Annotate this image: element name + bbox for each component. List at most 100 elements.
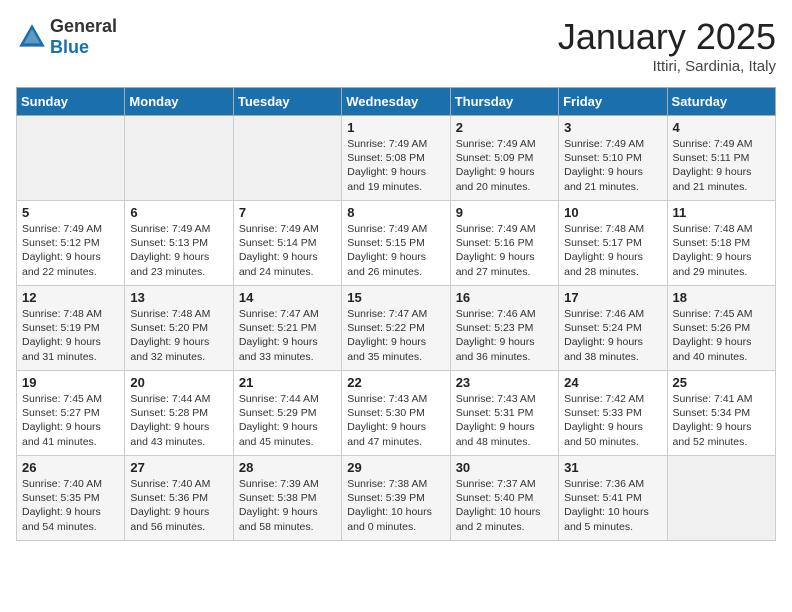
cell-content: Sunrise: 7:43 AM Sunset: 5:30 PM Dayligh…: [347, 392, 444, 449]
cell-content: Sunrise: 7:38 AM Sunset: 5:39 PM Dayligh…: [347, 477, 444, 534]
calendar-week-row: 5 Sunrise: 7:49 AM Sunset: 5:12 PM Daylig…: [17, 201, 776, 286]
calendar-cell: 28 Sunrise: 7:39 AM Sunset: 5:38 PM Dayli…: [233, 456, 341, 541]
calendar-cell: 25 Sunrise: 7:41 AM Sunset: 5:34 PM Dayli…: [667, 371, 775, 456]
logo: General Blue: [16, 16, 117, 58]
calendar-cell: 17 Sunrise: 7:46 AM Sunset: 5:24 PM Dayli…: [559, 286, 667, 371]
cell-content: Sunrise: 7:49 AM Sunset: 5:15 PM Dayligh…: [347, 222, 444, 279]
calendar-header-cell: Wednesday: [342, 88, 450, 116]
page-header: General Blue January 2025 Ittiri, Sardin…: [16, 16, 776, 75]
day-number: 30: [456, 460, 553, 475]
day-number: 17: [564, 290, 661, 305]
day-number: 28: [239, 460, 336, 475]
calendar-cell: 9Sunrise: 7:49 AM Sunset: 5:16 PM Daylig…: [450, 201, 558, 286]
day-number: 11: [673, 205, 770, 220]
calendar-cell: 10 Sunrise: 7:48 AM Sunset: 5:17 PM Dayli…: [559, 201, 667, 286]
day-number: 1: [347, 120, 444, 135]
calendar-header-cell: Sunday: [17, 88, 125, 116]
calendar-cell: [233, 116, 341, 201]
cell-content: Sunrise: 7:42 AM Sunset: 5:33 PM Dayligh…: [564, 392, 661, 449]
calendar-cell: 3Sunrise: 7:49 AM Sunset: 5:10 PM Daylig…: [559, 116, 667, 201]
cell-content: Sunrise: 7:43 AM Sunset: 5:31 PM Dayligh…: [456, 392, 553, 449]
calendar-header-cell: Thursday: [450, 88, 558, 116]
location: Ittiri, Sardinia, Italy: [558, 58, 776, 75]
calendar-cell: 5 Sunrise: 7:49 AM Sunset: 5:12 PM Daylig…: [17, 201, 125, 286]
calendar-cell: 31Sunrise: 7:36 AM Sunset: 5:41 PM Dayli…: [559, 456, 667, 541]
cell-content: Sunrise: 7:44 AM Sunset: 5:28 PM Dayligh…: [130, 392, 227, 449]
cell-content: Sunrise: 7:49 AM Sunset: 5:13 PM Dayligh…: [130, 222, 227, 279]
calendar-cell: 14 Sunrise: 7:47 AM Sunset: 5:21 PM Dayli…: [233, 286, 341, 371]
calendar-cell: 24 Sunrise: 7:42 AM Sunset: 5:33 PM Dayli…: [559, 371, 667, 456]
day-number: 19: [22, 375, 119, 390]
day-number: 25: [673, 375, 770, 390]
day-number: 3: [564, 120, 661, 135]
day-number: 15: [347, 290, 444, 305]
calendar-cell: 21 Sunrise: 7:44 AM Sunset: 5:29 PM Dayli…: [233, 371, 341, 456]
day-number: 22: [347, 375, 444, 390]
cell-content: Sunrise: 7:36 AM Sunset: 5:41 PM Dayligh…: [564, 477, 661, 534]
cell-content: Sunrise: 7:46 AM Sunset: 5:23 PM Dayligh…: [456, 307, 553, 364]
calendar-cell: [125, 116, 233, 201]
day-number: 7: [239, 205, 336, 220]
day-number: 14: [239, 290, 336, 305]
day-number: 10: [564, 205, 661, 220]
cell-content: Sunrise: 7:47 AM Sunset: 5:22 PM Dayligh…: [347, 307, 444, 364]
cell-content: Sunrise: 7:48 AM Sunset: 5:19 PM Dayligh…: [22, 307, 119, 364]
cell-content: Sunrise: 7:46 AM Sunset: 5:24 PM Dayligh…: [564, 307, 661, 364]
calendar-cell: 23 Sunrise: 7:43 AM Sunset: 5:31 PM Dayli…: [450, 371, 558, 456]
day-number: 5: [22, 205, 119, 220]
day-number: 2: [456, 120, 553, 135]
calendar-cell: 22 Sunrise: 7:43 AM Sunset: 5:30 PM Dayli…: [342, 371, 450, 456]
day-number: 21: [239, 375, 336, 390]
calendar-cell: 11Sunrise: 7:48 AM Sunset: 5:18 PM Dayli…: [667, 201, 775, 286]
logo-text-general: General: [50, 16, 117, 36]
calendar-header-cell: Monday: [125, 88, 233, 116]
calendar-cell: 27Sunrise: 7:40 AM Sunset: 5:36 PM Dayli…: [125, 456, 233, 541]
day-number: 23: [456, 375, 553, 390]
title-block: January 2025 Ittiri, Sardinia, Italy: [558, 16, 776, 75]
month-title: January 2025: [558, 16, 776, 58]
cell-content: Sunrise: 7:40 AM Sunset: 5:35 PM Dayligh…: [22, 477, 119, 534]
cell-content: Sunrise: 7:45 AM Sunset: 5:27 PM Dayligh…: [22, 392, 119, 449]
calendar-cell: 16Sunrise: 7:46 AM Sunset: 5:23 PM Dayli…: [450, 286, 558, 371]
calendar-header-cell: Saturday: [667, 88, 775, 116]
cell-content: Sunrise: 7:49 AM Sunset: 5:08 PM Dayligh…: [347, 137, 444, 194]
calendar-cell: 4 Sunrise: 7:49 AM Sunset: 5:11 PM Daylig…: [667, 116, 775, 201]
calendar-cell: 2 Sunrise: 7:49 AM Sunset: 5:09 PM Daylig…: [450, 116, 558, 201]
cell-content: Sunrise: 7:49 AM Sunset: 5:09 PM Dayligh…: [456, 137, 553, 194]
cell-content: Sunrise: 7:37 AM Sunset: 5:40 PM Dayligh…: [456, 477, 553, 534]
calendar-week-row: 12 Sunrise: 7:48 AM Sunset: 5:19 PM Dayli…: [17, 286, 776, 371]
calendar-cell: 20Sunrise: 7:44 AM Sunset: 5:28 PM Dayli…: [125, 371, 233, 456]
calendar-cell: 15 Sunrise: 7:47 AM Sunset: 5:22 PM Dayli…: [342, 286, 450, 371]
cell-content: Sunrise: 7:41 AM Sunset: 5:34 PM Dayligh…: [673, 392, 770, 449]
day-number: 24: [564, 375, 661, 390]
calendar-cell: 12 Sunrise: 7:48 AM Sunset: 5:19 PM Dayli…: [17, 286, 125, 371]
calendar-header-cell: Tuesday: [233, 88, 341, 116]
calendar-cell: 26 Sunrise: 7:40 AM Sunset: 5:35 PM Dayli…: [17, 456, 125, 541]
calendar-week-row: 19 Sunrise: 7:45 AM Sunset: 5:27 PM Dayli…: [17, 371, 776, 456]
cell-content: Sunrise: 7:44 AM Sunset: 5:29 PM Dayligh…: [239, 392, 336, 449]
cell-content: Sunrise: 7:49 AM Sunset: 5:16 PM Dayligh…: [456, 222, 553, 279]
day-number: 26: [22, 460, 119, 475]
cell-content: Sunrise: 7:49 AM Sunset: 5:11 PM Dayligh…: [673, 137, 770, 194]
cell-content: Sunrise: 7:49 AM Sunset: 5:14 PM Dayligh…: [239, 222, 336, 279]
calendar-cell: 30 Sunrise: 7:37 AM Sunset: 5:40 PM Dayli…: [450, 456, 558, 541]
calendar-cell: 19 Sunrise: 7:45 AM Sunset: 5:27 PM Dayli…: [17, 371, 125, 456]
cell-content: Sunrise: 7:48 AM Sunset: 5:17 PM Dayligh…: [564, 222, 661, 279]
cell-content: Sunrise: 7:49 AM Sunset: 5:12 PM Dayligh…: [22, 222, 119, 279]
cell-content: Sunrise: 7:45 AM Sunset: 5:26 PM Dayligh…: [673, 307, 770, 364]
calendar-header-row: SundayMondayTuesdayWednesdayThursdayFrid…: [17, 88, 776, 116]
cell-content: Sunrise: 7:47 AM Sunset: 5:21 PM Dayligh…: [239, 307, 336, 364]
day-number: 12: [22, 290, 119, 305]
calendar-cell: 13Sunrise: 7:48 AM Sunset: 5:20 PM Dayli…: [125, 286, 233, 371]
logo-text-blue: Blue: [50, 37, 89, 57]
day-number: 18: [673, 290, 770, 305]
cell-content: Sunrise: 7:39 AM Sunset: 5:38 PM Dayligh…: [239, 477, 336, 534]
calendar-cell: 1 Sunrise: 7:49 AM Sunset: 5:08 PM Daylig…: [342, 116, 450, 201]
calendar-header-cell: Friday: [559, 88, 667, 116]
day-number: 27: [130, 460, 227, 475]
day-number: 13: [130, 290, 227, 305]
calendar-cell: 8Sunrise: 7:49 AM Sunset: 5:15 PM Daylig…: [342, 201, 450, 286]
calendar-week-row: 1 Sunrise: 7:49 AM Sunset: 5:08 PM Daylig…: [17, 116, 776, 201]
day-number: 29: [347, 460, 444, 475]
day-number: 4: [673, 120, 770, 135]
